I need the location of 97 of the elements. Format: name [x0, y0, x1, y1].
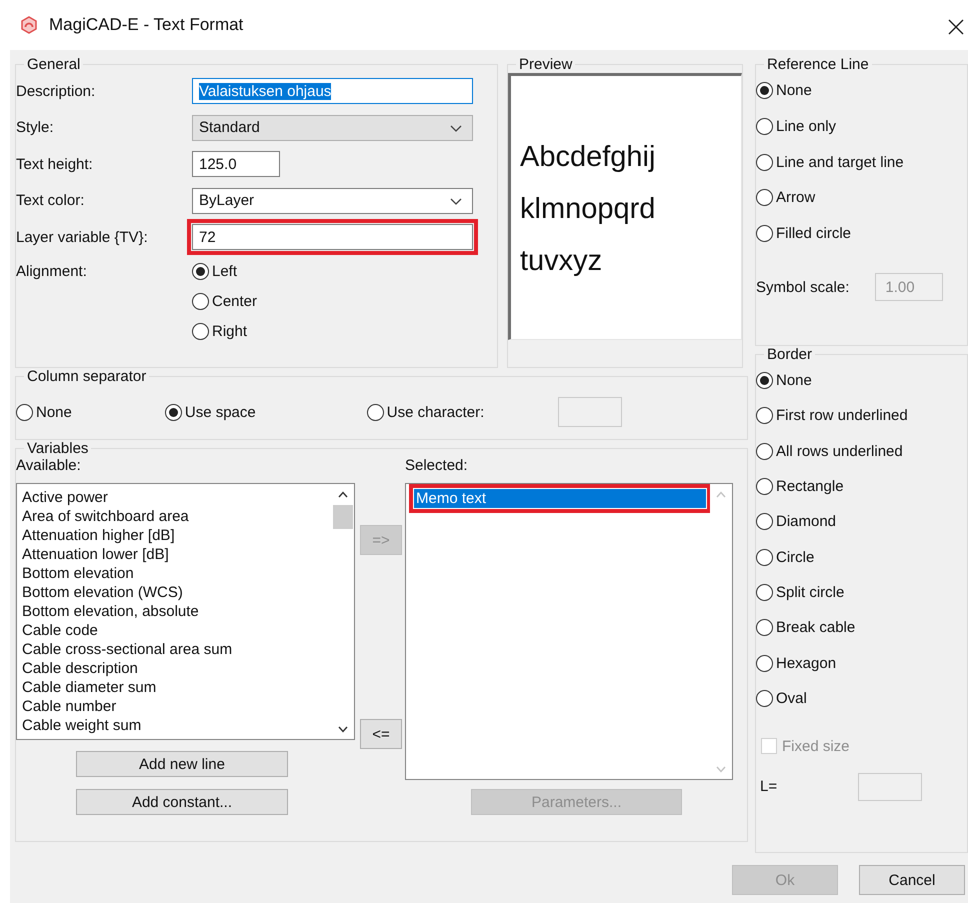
list-item[interactable]: Attenuation lower [dB]: [22, 545, 327, 564]
radio-button[interactable]: [756, 548, 773, 566]
list-item[interactable]: Cable number: [22, 697, 327, 716]
field-label: Description:: [16, 82, 96, 100]
radio-button[interactable]: [756, 372, 773, 390]
radio-option[interactable]: Circle: [756, 539, 967, 575]
list-label: Selected:: [405, 457, 469, 476]
radio-button[interactable]: [756, 478, 773, 496]
list-item[interactable]: Bottom elevation (WCS): [22, 583, 327, 602]
input-field[interactable]: 125.0: [192, 151, 280, 178]
group-title: Reference Line: [766, 56, 870, 73]
radio-button[interactable]: [756, 584, 773, 601]
preview-text: Abcdefghij: [520, 140, 656, 175]
app-logo-icon: [20, 16, 38, 34]
group-title: Column separator: [26, 368, 148, 385]
radio-option[interactable]: Rectangle: [756, 468, 967, 504]
field-label: Style:: [16, 119, 55, 136]
list-item[interactable]: Cable weight sum: [22, 716, 327, 735]
field-label: Alignment:: [16, 262, 88, 280]
preview-text: tuvxyz: [520, 244, 604, 279]
radio-option[interactable]: Diamond: [756, 504, 967, 540]
radio-option[interactable]: Arrow: [756, 180, 967, 216]
radio-button[interactable]: [366, 404, 384, 420]
group-title: Border: [766, 346, 814, 363]
radio-option[interactable]: Break cable: [756, 610, 967, 646]
field-label: Text color:: [16, 192, 86, 210]
chevron-down-icon: [450, 198, 462, 206]
radio-option[interactable]: Filled circle: [756, 216, 967, 252]
list-item[interactable]: Memo text: [414, 489, 706, 508]
radio-button[interactable]: [756, 82, 773, 100]
radio-button[interactable]: [192, 262, 209, 280]
radio-button[interactable]: [16, 404, 33, 420]
radio-option[interactable]: First row underlined: [756, 398, 967, 434]
radio-option[interactable]: Right: [192, 322, 258, 340]
radio-option[interactable]: None: [756, 363, 967, 398]
list-item[interactable]: Cable description: [22, 659, 327, 678]
move-button[interactable]: <=: [360, 719, 402, 749]
dropdown[interactable]: ByLayer: [192, 188, 473, 214]
input-field[interactable]: Valaistuksen ohjaus: [192, 78, 473, 104]
radio-option[interactable]: Line and target line: [756, 144, 967, 180]
scroll-down-icon: [716, 766, 726, 773]
radio-button[interactable]: [756, 407, 773, 424]
list-label: Available:: [16, 457, 82, 476]
selected-list[interactable]: Memo text: [405, 483, 733, 780]
list-item[interactable]: Bottom elevation, absolute: [22, 602, 327, 621]
list-item[interactable]: Cable diameter sum: [22, 678, 327, 697]
dropdown[interactable]: Standard: [192, 114, 473, 141]
list-item[interactable]: Cable cross-sectional area sum: [22, 640, 327, 659]
radio-option[interactable]: Hexagon: [756, 645, 967, 681]
group-title: Variables: [26, 440, 90, 457]
chevron-down-icon: [450, 124, 462, 133]
field-label: Symbol scale:: [756, 278, 850, 296]
radio-button[interactable]: [192, 322, 209, 340]
preview-text: klmnopqrd: [520, 192, 656, 227]
radio-option[interactable]: Left: [192, 262, 258, 280]
scroll-up-icon: [716, 491, 726, 498]
radio-option[interactable]: Line only: [756, 108, 967, 144]
radio-option[interactable]: Use character:: [366, 404, 484, 420]
input-field[interactable]: [858, 772, 922, 801]
dialog-button[interactable]: Cancel: [859, 865, 965, 895]
add-button[interactable]: Add constant...: [76, 789, 288, 815]
radio-button[interactable]: [756, 690, 773, 707]
radio-option[interactable]: Center: [192, 292, 258, 310]
radio-button[interactable]: [192, 292, 209, 310]
radio-option[interactable]: Use space: [164, 404, 256, 420]
list-item[interactable]: Bottom elevation: [22, 564, 327, 583]
window-title: MagiCAD-E - Text Format: [49, 15, 244, 35]
radio-button[interactable]: [756, 654, 773, 672]
list-item[interactable]: Cable code: [22, 621, 327, 640]
radio-button[interactable]: [756, 225, 773, 242]
field-label: Layer variable {TV}:: [16, 228, 149, 246]
list-item[interactable]: Active power: [22, 488, 327, 507]
scroll-down-icon[interactable]: [338, 726, 348, 733]
radio-button[interactable]: [164, 404, 182, 420]
radio-button[interactable]: [756, 442, 773, 460]
input-field[interactable]: 72: [192, 224, 473, 250]
available-list[interactable]: [16, 483, 355, 740]
scroll-thumb[interactable]: [333, 505, 353, 529]
radio-button[interactable]: [756, 513, 773, 530]
field-label: L=: [760, 778, 778, 796]
radio-option[interactable]: All rows underlined: [756, 434, 967, 469]
list-item[interactable]: Attenuation higher [dB]: [22, 526, 327, 545]
radio-button[interactable]: [756, 118, 773, 136]
radio-option[interactable]: Split circle: [756, 574, 967, 610]
radio-option[interactable]: Oval: [756, 680, 967, 716]
radio-button[interactable]: [756, 189, 773, 206]
list-item[interactable]: Area of switchboard area: [22, 507, 327, 526]
radio-button[interactable]: [756, 619, 773, 636]
radio-button[interactable]: [756, 154, 773, 171]
radio-option[interactable]: None: [16, 404, 72, 420]
field-label: Text height:: [16, 156, 94, 173]
add-button[interactable]: Add new line: [76, 751, 288, 777]
group-title: Preview: [518, 56, 574, 73]
radio-option[interactable]: None: [756, 73, 967, 109]
close-icon[interactable]: [948, 19, 964, 35]
scroll-up-icon[interactable]: [338, 491, 348, 498]
group-title: General: [26, 56, 82, 73]
